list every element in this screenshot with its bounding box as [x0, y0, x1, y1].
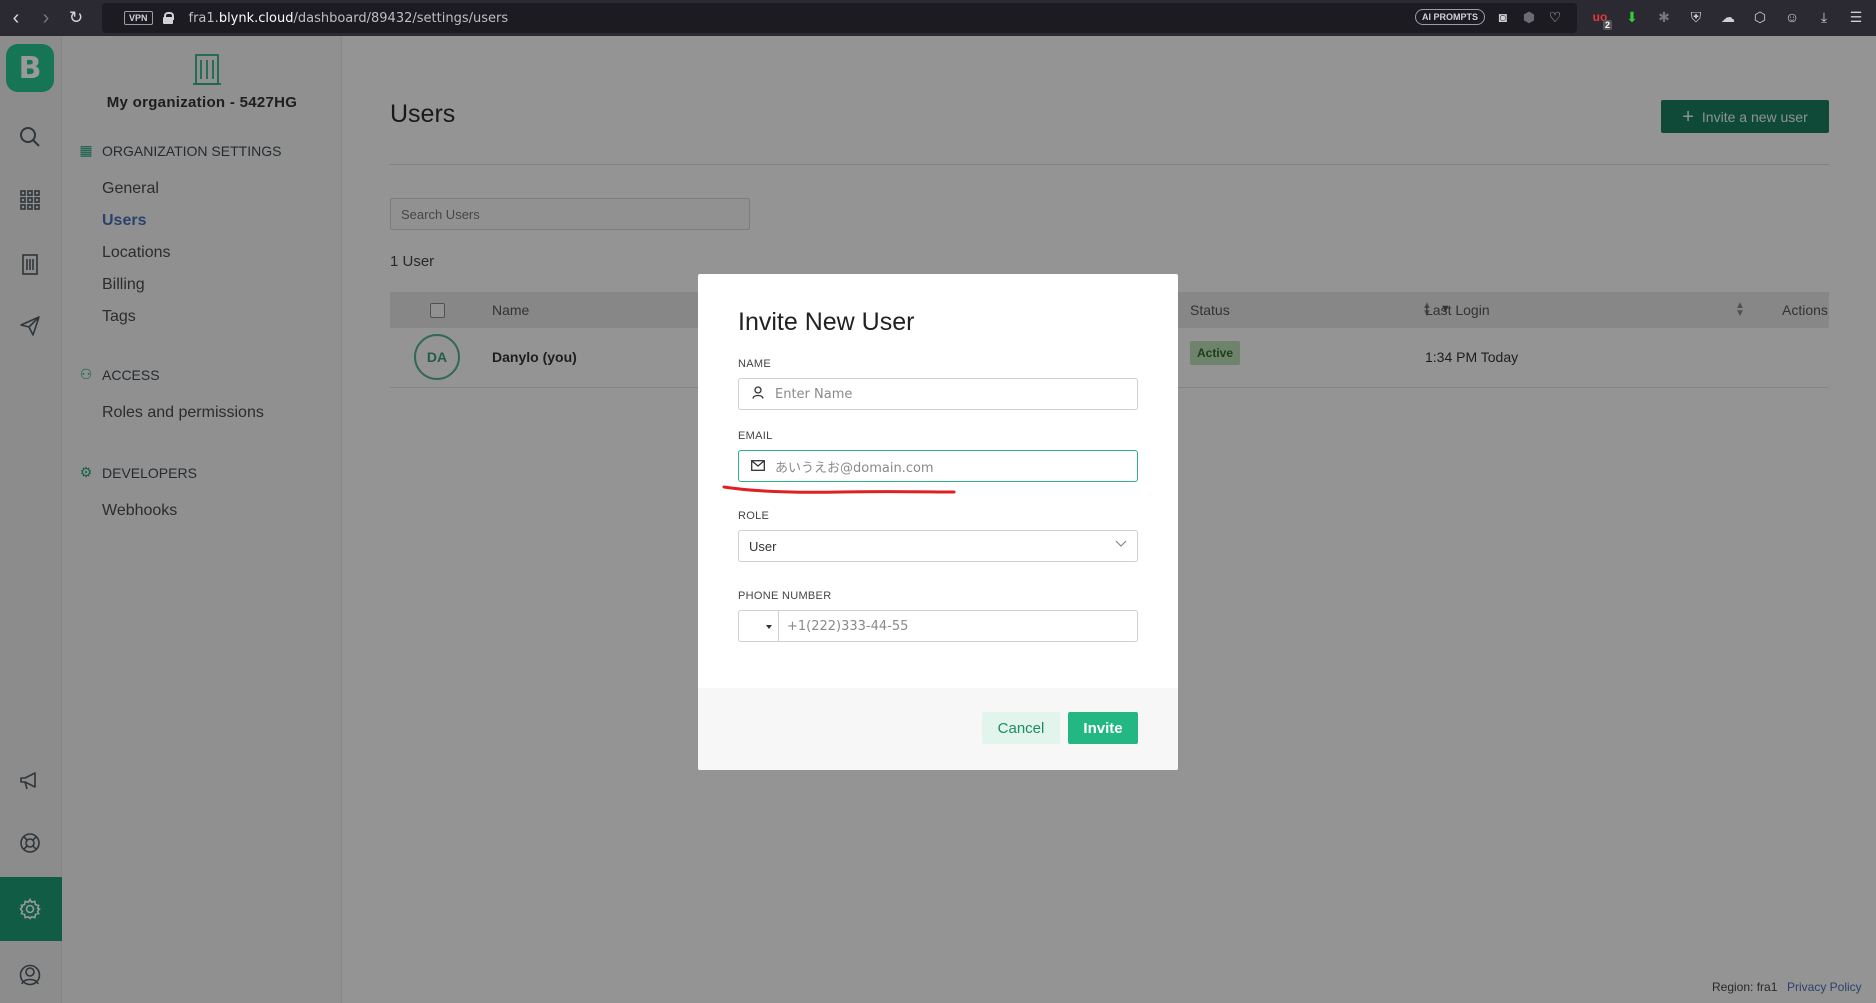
forward-icon[interactable]: ›	[32, 4, 60, 32]
downloads-icon[interactable]: ⤓	[1814, 6, 1834, 28]
red-underline-annotation	[722, 485, 956, 494]
address-bar[interactable]: VPN fra1.blynk.cloud/dashboard/89432/set…	[102, 3, 1577, 33]
bug-icon[interactable]: ✱	[1654, 6, 1674, 28]
mail-icon	[749, 459, 767, 474]
reload-icon[interactable]: ↻	[62, 4, 90, 32]
name-field[interactable]: Enter Name	[738, 378, 1138, 410]
modal-title: Invite New User	[738, 308, 915, 336]
email-label: EMAIL	[738, 430, 773, 442]
ublock-icon[interactable]: uo 2	[1590, 6, 1612, 30]
phone-field[interactable]: +1(222)333-44-55	[738, 610, 1138, 642]
role-value: User	[749, 538, 777, 554]
email-field[interactable]: あいうえお@domain.com	[738, 450, 1138, 482]
ai-prompts-button[interactable]: AI PROMPTS	[1414, 9, 1485, 25]
role-label: ROLE	[738, 510, 770, 522]
invite-user-modal: Invite New User NAME Enter Name EMAIL あい…	[698, 274, 1178, 770]
invite-button[interactable]: Invite	[1068, 712, 1138, 744]
url-text[interactable]: fra1.blynk.cloud/dashboard/89432/setting…	[189, 11, 509, 26]
vpn-badge[interactable]: VPN	[124, 11, 153, 25]
lock-icon[interactable]	[162, 12, 174, 24]
back-icon[interactable]: ‹	[2, 4, 30, 32]
phone-placeholder: +1(222)333-44-55	[787, 618, 909, 634]
person-icon	[749, 386, 767, 402]
phone-label: PHONE NUMBER	[738, 590, 832, 602]
menu-icon[interactable]: ☰	[1846, 6, 1866, 28]
country-code-dropdown[interactable]	[739, 611, 779, 641]
vpn-shield-icon[interactable]: ⛨	[1686, 6, 1706, 28]
browser-toolbar: ‹ › ↻ VPN fra1.blynk.cloud/dashboard/894…	[0, 0, 1876, 36]
heart-icon[interactable]: ♡	[1547, 9, 1563, 25]
cancel-button[interactable]: Cancel	[982, 712, 1060, 744]
download-helper-icon[interactable]: ⬇	[1622, 6, 1642, 28]
shield-icon[interactable]: ⬢	[1521, 9, 1537, 25]
chevron-down-icon	[1115, 537, 1127, 551]
extension-cloud-icon[interactable]: ☁	[1718, 6, 1738, 28]
name-placeholder: Enter Name	[775, 386, 853, 402]
screenshot-icon[interactable]: ◙	[1495, 9, 1511, 25]
role-select[interactable]: User	[738, 530, 1138, 562]
modal-footer: Cancel Invite	[698, 688, 1178, 770]
name-label: NAME	[738, 358, 771, 370]
email-placeholder: あいうえお@domain.com	[775, 460, 934, 476]
cube-icon[interactable]: ⬡	[1750, 6, 1770, 28]
account-icon[interactable]: ☺	[1782, 6, 1802, 28]
